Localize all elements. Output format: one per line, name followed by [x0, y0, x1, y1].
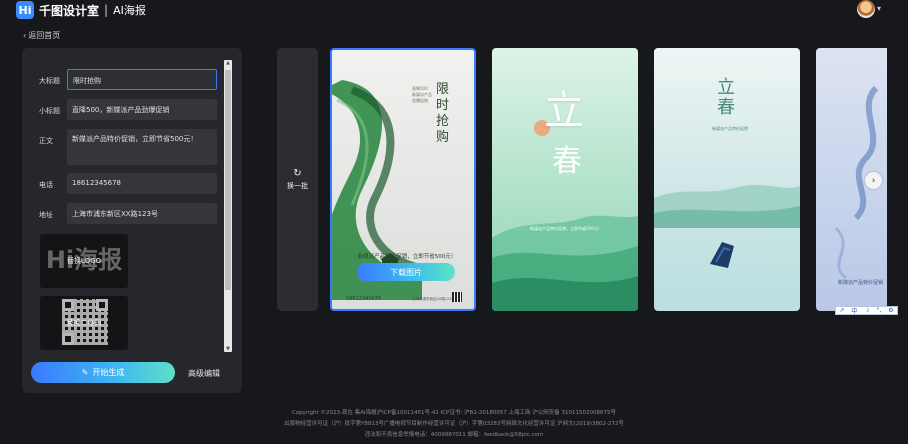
poster-sub: 新媒派产品特价促销: [712, 126, 748, 131]
phone-label: 电话: [39, 181, 53, 189]
poster-card-1[interactable]: 直降500 新媒派产品劲爆促销 限时抢购 新媒派产品特价促销，立即节省500元！…: [330, 48, 476, 311]
footer-contact: 违法和不良信息举报电话：4009987011 邮箱：feedback@58pic…: [364, 432, 544, 438]
body-label: 正文: [39, 137, 53, 145]
poster-slogan: 新媒派产品特价促销，立即节省500元！: [530, 226, 602, 231]
title-row: 大标题 限时抢购: [39, 69, 217, 90]
poster-address: 上海市浦东新区XX路123号: [412, 297, 455, 301]
poster-desc: 新媒派产品特价促销，立即节省500元！: [357, 254, 457, 260]
poster-card-3[interactable]: 立春 新媒派产品特价促销: [654, 48, 800, 311]
refresh-batch-button[interactable]: ↻ 换一批: [277, 48, 318, 311]
figure-art: [710, 242, 734, 268]
subtitle-label: 小标题: [39, 107, 60, 115]
address-input[interactable]: 上海市浦东新区XX路123号: [67, 203, 217, 224]
logo-mark: Hi: [16, 1, 34, 19]
hills-art: [492, 215, 638, 311]
advanced-edit-button[interactable]: 高级编辑: [188, 368, 220, 379]
logo[interactable]: Hi 千图设计室 | AI海报: [16, 1, 146, 19]
phone-input[interactable]: 18612345678: [67, 173, 217, 194]
subtitle-row: 小标题 直降500，新媒派产品劲爆促销: [39, 99, 217, 120]
body-textarea[interactable]: 新媒派产品特价促销，立即节省500元！: [67, 129, 217, 165]
phone-row: 电话 18612345678: [39, 173, 217, 194]
refresh-label: 换一批: [287, 182, 308, 190]
footer-licenses: 出版物经营许可证（沪）批字第Y8813号广播电视节目制作经营许可证（沪）字第03…: [284, 421, 624, 427]
poster-form-panel: 大标题 限时抢购 小标题 直降500，新媒派产品劲爆促销 正文 新媒派产品特价促…: [22, 48, 242, 393]
logo-upload-slot[interactable]: Hi海报 替换LOGO: [40, 234, 128, 288]
poster-title: 限时抢购: [436, 82, 450, 145]
brand-name: 千图设计室: [39, 3, 100, 18]
title-input[interactable]: 限时抢购: [67, 69, 217, 90]
ime-settings-icon[interactable]: ⚙: [888, 307, 893, 314]
poster-phone: 18612345678: [346, 296, 381, 302]
back-home-label: 返回首页: [28, 31, 61, 40]
back-home-link[interactable]: ‹ 返回首页: [23, 30, 60, 41]
start-generate-button[interactable]: ✎ 开始生成: [31, 362, 175, 383]
footer-copyright: Copyright ©2023-现在 集AI海报沪ICP备10011451号-4…: [291, 410, 617, 416]
chevron-left-icon: ‹: [23, 31, 27, 40]
ime-toolbar[interactable]: ↗ 中 ☽ °, ⚙: [835, 306, 898, 315]
replace-logo-label: 替换LOGO: [66, 257, 102, 265]
subtitle-input[interactable]: 直降500，新媒派产品劲爆促销: [67, 99, 217, 120]
form-scrollbar[interactable]: ▲ ▼: [224, 60, 232, 352]
brand-separator: |: [104, 3, 109, 17]
hills-art: [654, 185, 800, 228]
start-generate-label: 开始生成: [92, 368, 125, 377]
poster-side-text: 直降500 新媒派产品劲爆促销: [412, 86, 432, 103]
scroll-down-icon[interactable]: ▼: [225, 346, 231, 352]
address-row: 地址 上海市浦东新区XX路123号: [39, 203, 217, 224]
avatar[interactable]: [857, 0, 875, 18]
poster-title: 立春: [717, 77, 735, 118]
address-label: 地址: [39, 211, 53, 219]
ime-language-toggle[interactable]: 中: [851, 306, 857, 315]
qr-upload-slot[interactable]: 替换二维码: [40, 296, 128, 350]
scroll-thumb[interactable]: [225, 70, 231, 290]
next-arrow-button[interactable]: ›: [865, 172, 882, 189]
top-bar: Hi 千图设计室 | AI海报 ▾: [0, 0, 908, 20]
scroll-up-icon[interactable]: ▲: [225, 60, 231, 66]
replace-qr-label: 替换二维码: [66, 319, 102, 327]
poster-char-2: 春: [552, 144, 582, 179]
poster-char-1: 立: [544, 88, 584, 134]
refresh-icon: ↻: [293, 168, 302, 179]
download-image-button[interactable]: 下载图片: [357, 263, 455, 281]
title-label: 大标题: [39, 77, 60, 85]
poster-qr-icon: [452, 292, 462, 302]
poster-card-2[interactable]: 立 春 新媒派产品特价促销，立即节省500元！: [492, 48, 638, 311]
poster-text: 新媒派产品特价促销: [838, 280, 884, 286]
magic-pen-icon: ✎: [81, 368, 89, 377]
ime-moon-icon[interactable]: ☽: [864, 307, 869, 314]
product-name: AI海报: [113, 4, 146, 17]
chevron-down-icon[interactable]: ▾: [877, 4, 881, 13]
ime-punct-icon[interactable]: °,: [876, 307, 881, 314]
ime-expand-icon[interactable]: ↗: [839, 307, 844, 314]
body-row: 正文 新媒派产品特价促销，立即节省500元！: [39, 129, 217, 165]
